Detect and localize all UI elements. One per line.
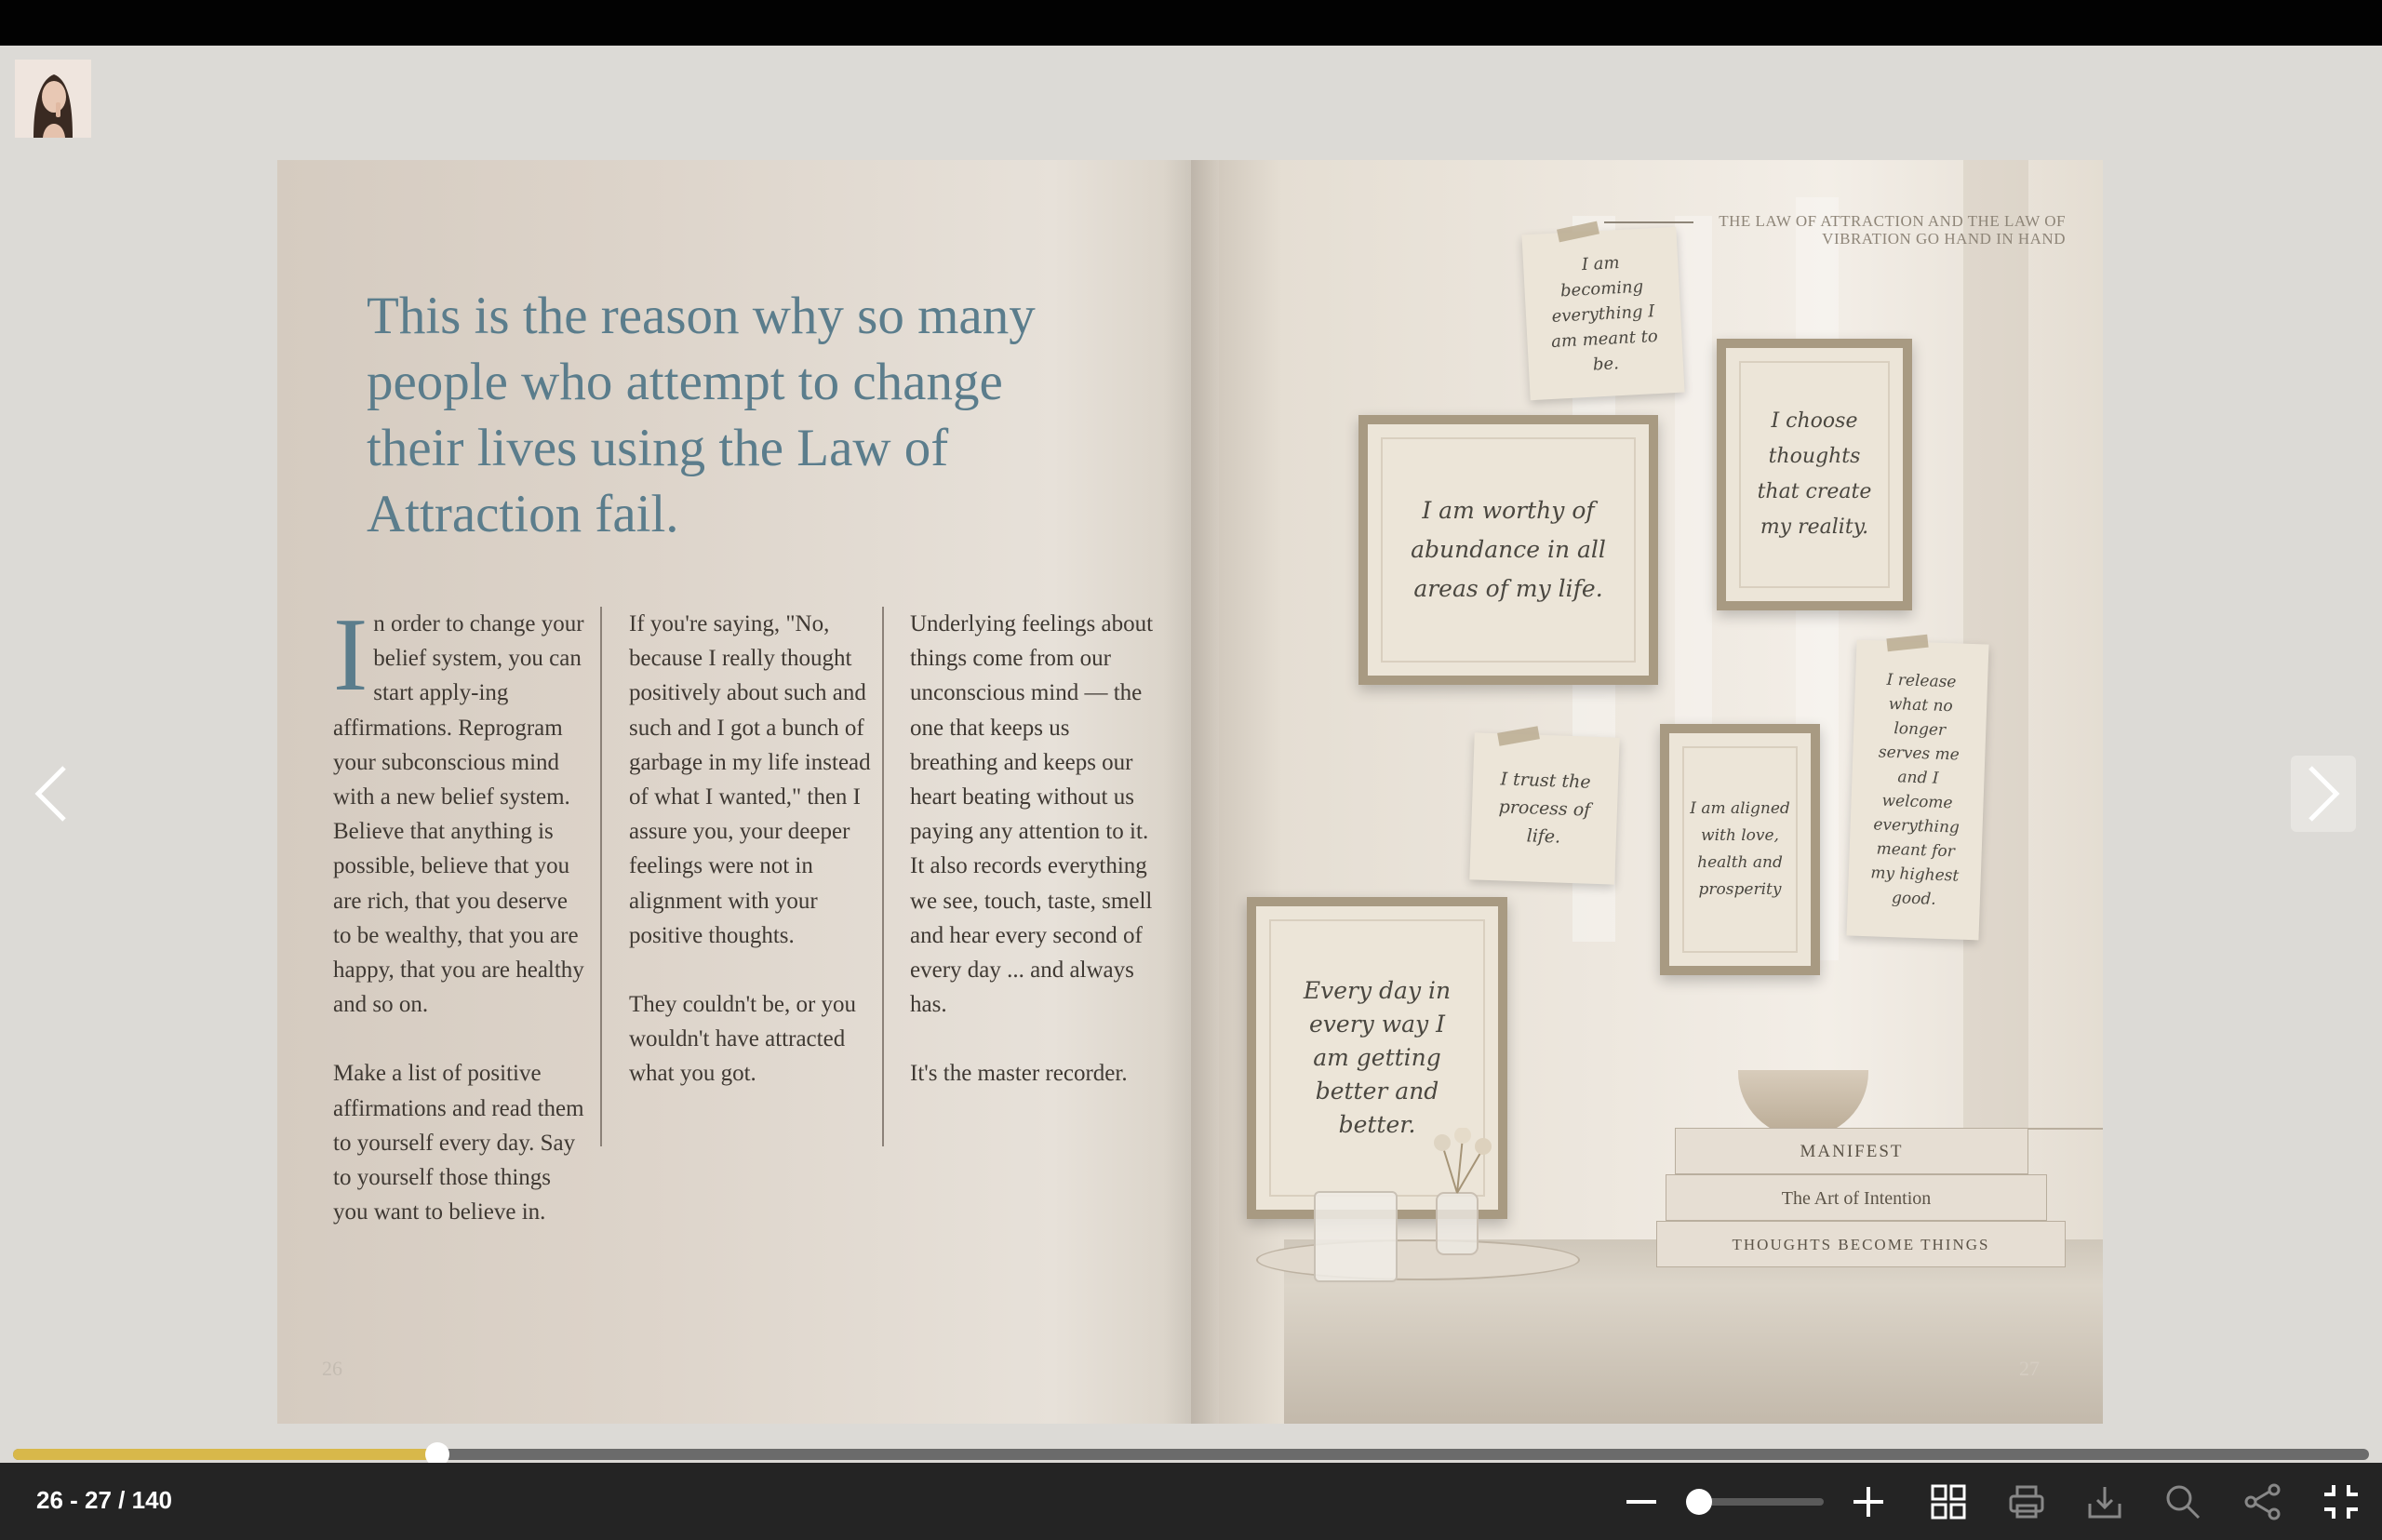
zoom-out-button[interactable] [1619,1480,1664,1524]
plus-icon [1853,1487,1883,1517]
affirmation-note-trust: I trust the process of life. [1469,732,1620,885]
book-art-of-intention: The Art of Intention [1666,1174,2047,1221]
minus-icon [1626,1500,1656,1504]
column-1-paragraph-1: n order to change your belief system, yo… [333,611,584,1018]
grid-icon [1931,1484,1966,1520]
text-column-3: Underlying feelings about things come fr… [910,607,1161,1126]
chevron-left-icon [34,766,66,822]
portrait-image [15,60,91,138]
top-bar [0,0,2382,46]
column-1-paragraph-2: Make a list of positive affirmations and… [333,1061,584,1225]
search-icon [2166,1485,2201,1520]
next-page-button[interactable] [2291,756,2356,832]
progress-fill [13,1449,437,1460]
text-column-1: I n order to change your belief system, … [333,597,584,1264]
zoom-in-button[interactable] [1846,1480,1891,1524]
page-number-left: 26 [322,1357,342,1380]
book-spine [1163,160,1219,1424]
text-column-2: If you're saying, "No, because I really … [629,607,880,1126]
running-head: THE LAW OF ATTRACTION AND THE LAW OF VIB… [1719,212,2066,248]
glass-candle [1314,1191,1398,1282]
page-number-right: 27 [2019,1357,2040,1380]
framed-affirmation-choose: I choose thoughts that create my reality… [1717,339,1912,610]
drop-cap: I [333,597,368,713]
page-indicator: 26 - 27 / 140 [36,1486,172,1514]
column-divider [882,607,884,1146]
column-divider [600,607,602,1146]
zoom-knob[interactable] [1686,1489,1712,1515]
chevron-right-icon [2308,766,2340,822]
book-thoughts-become-things: THOUGHTS BECOME THINGS [1656,1221,2066,1267]
article-heading: This is the reason why so many people wh… [367,287,1036,543]
download-button[interactable] [2082,1480,2127,1524]
framed-affirmation-worthy: I am worthy of abundance in all areas of… [1358,415,1658,685]
exit-fullscreen-button[interactable] [2319,1480,2363,1524]
share-icon [2244,1483,2281,1520]
previous-page-button[interactable] [19,756,84,832]
share-button[interactable] [2241,1480,2285,1524]
exit-fullscreen-icon [2324,1485,2358,1519]
book-manifest: MANIFEST [1675,1128,2028,1174]
left-page: This is the reason why so many people wh… [277,160,1191,1424]
download-icon [2088,1487,2121,1519]
affirmation-note-release: I release what no longer serves me and I… [1846,639,1989,941]
zoom-slider[interactable] [1693,1498,1824,1506]
search-button[interactable] [2161,1480,2205,1524]
affirmation-note-becoming: I am becoming everything I am meant to b… [1521,226,1685,401]
flower-vase [1434,1128,1492,1255]
column-3-paragraph-1: Underlying feelings about things come fr… [910,611,1154,1018]
magazine-spread: This is the reason why so many people wh… [277,160,2103,1424]
print-button[interactable] [2004,1480,2049,1524]
framed-affirmation-aligned: I am aligned with love, health and prosp… [1660,724,1820,975]
publisher-logo-thumbnail[interactable] [15,60,91,138]
printer-icon [2009,1485,2044,1519]
column-2-paragraph-2: They couldn't be, or you wouldn't have a… [629,992,857,1087]
right-page-photo: THE LAW OF ATTRACTION AND THE LAW OF VIB… [1191,160,2103,1424]
thumbnails-button[interactable] [1926,1480,1971,1524]
page-progress-slider[interactable] [13,1449,2369,1460]
column-3-paragraph-2: It's the master recorder. [910,1061,1128,1087]
column-2-paragraph-1: If you're saying, "No, because I really … [629,611,871,948]
